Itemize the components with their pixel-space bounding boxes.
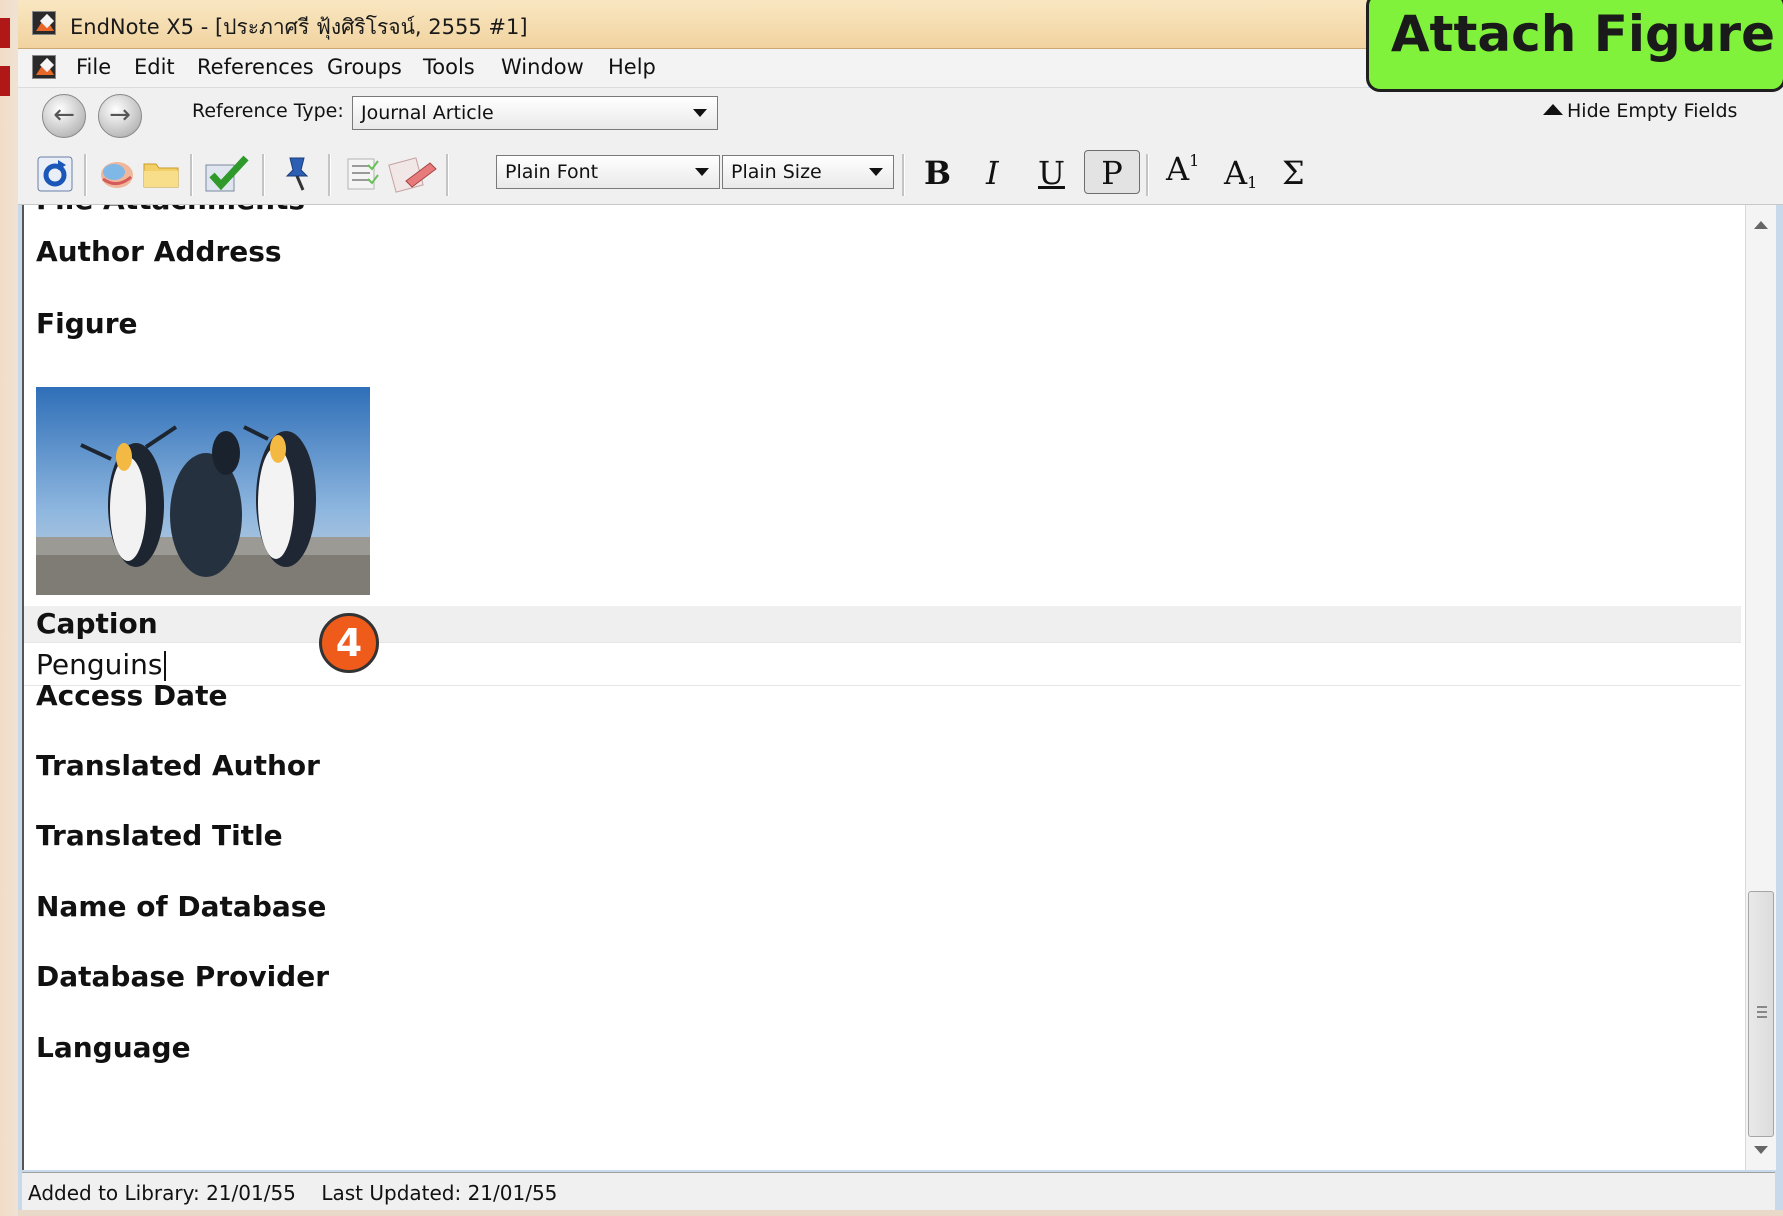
superscript-mark: 1 [1189,151,1200,170]
bold-button[interactable]: B [924,154,951,192]
up-arrow-icon [1543,104,1563,115]
checkmark-icon[interactable] [204,155,250,193]
field-label-translated-title: Translated Title [36,819,283,852]
globe-search-icon[interactable] [98,155,136,193]
superscript-button[interactable]: A1 [1166,150,1199,188]
arrow-left-icon: ← [53,100,75,130]
scrollbar-thumb[interactable] [1748,891,1774,1137]
hide-empty-fields-button[interactable]: Hide Empty Fields [1543,100,1737,122]
size-select[interactable]: Plain Size [722,155,894,189]
reference-type-select[interactable]: Journal Article [352,96,718,130]
caption-field-row [24,606,1741,642]
pushpin-icon[interactable] [278,154,316,192]
toolbar-separator [902,154,905,196]
back-button[interactable]: ← [42,94,86,138]
forward-button[interactable]: → [98,94,142,138]
grip-icon [1757,1006,1767,1008]
background-mark [0,66,10,96]
background-mark [0,18,10,48]
toolbar-separator [1146,154,1149,196]
hide-empty-fields-label: Hide Empty Fields [1567,100,1738,122]
attach-figure-callout: Attach Figure [1366,0,1783,92]
superscript-base: A [1166,150,1190,188]
menu-window[interactable]: Window [501,55,584,79]
menu-bar: File Edit References Groups Tools Window… [18,49,1368,88]
dropdown-arrow-icon [693,109,707,117]
toolbar-separator [446,154,449,196]
menu-groups[interactable]: Groups [327,55,402,79]
plain-button[interactable]: P [1084,150,1140,194]
italic-button[interactable]: I [986,154,999,192]
background-strip [0,0,18,1216]
endnote-window: EndNote X5 - [ประภาศรี ฟุ้งศิริโรจน์, 25… [0,0,1783,1216]
subscript-base: A [1224,154,1248,192]
font-select[interactable]: Plain Font [496,155,720,189]
list-icon[interactable] [344,155,382,193]
font-value: Plain Font [505,161,599,183]
window-title: EndNote X5 - [ประภาศรี ฟุ้งศิริโรจน์, 25… [70,15,528,39]
menu-tools[interactable]: Tools [423,55,475,79]
field-label-access-date: Access Date [36,679,228,712]
menu-edit[interactable]: Edit [134,55,175,79]
step-number-badge: 4 [319,613,379,673]
vertical-scrollbar[interactable] [1745,205,1776,1170]
field-label-caption: Caption [36,607,158,640]
caption-input[interactable]: Penguins [24,642,1741,686]
folder-icon[interactable] [142,155,180,193]
menu-file[interactable]: File [76,55,111,79]
reference-type-value: Journal Article [361,102,494,124]
sync-icon[interactable] [36,155,74,193]
arrow-right-icon: → [109,100,131,130]
size-value: Plain Size [731,161,822,183]
document-menu-icon[interactable] [32,55,56,79]
field-label-language: Language [36,1031,191,1064]
field-label-name-of-database: Name of Database [36,890,327,923]
field-label-author-address: Author Address [36,235,282,268]
field-label-translated-author: Translated Author [36,749,320,782]
callout-label: Attach Figure [1390,5,1775,63]
edit-icon[interactable] [388,155,438,193]
status-bar: Added to Library: 21/01/55 Last Updated:… [22,1172,1775,1211]
reference-type-label: Reference Type: [192,100,344,122]
toolbar-separator [262,154,265,196]
reference-type-bar: ← → Reference Type: Journal Article Hide… [18,88,1783,144]
toolbar-separator [328,154,331,196]
window-bottom-edge [18,1210,1783,1216]
endnote-app-icon[interactable] [32,11,56,35]
scroll-up-arrow-icon[interactable] [1754,221,1768,229]
underline-button[interactable]: U [1038,154,1065,192]
text-caret [163,651,166,681]
dropdown-arrow-icon [695,168,709,176]
status-text: Added to Library: 21/01/55 Last Updated:… [28,1181,558,1205]
field-label-database-provider: Database Provider [36,960,330,993]
dropdown-arrow-icon [869,168,883,176]
menu-references[interactable]: References [197,55,314,79]
field-label-figure: Figure [36,307,138,340]
field-label-file-attachments: File Attachments [36,205,305,216]
formatting-toolbar: Plain Font Plain Size B I U P A1 A1 Σ [18,144,1783,205]
symbol-button[interactable]: Σ [1282,154,1305,192]
subscript-button[interactable]: A1 [1224,154,1257,192]
toolbar-separator [84,154,87,196]
reference-editor: File Attachments Author Address Figure [22,205,1747,1170]
scroll-down-arrow-icon[interactable] [1754,1146,1768,1154]
subscript-mark: 1 [1247,173,1258,192]
caption-value: Penguins [36,648,163,681]
menu-help[interactable]: Help [608,55,656,79]
figure-thumbnail[interactable] [36,387,370,595]
toolbar-separator [190,154,193,196]
